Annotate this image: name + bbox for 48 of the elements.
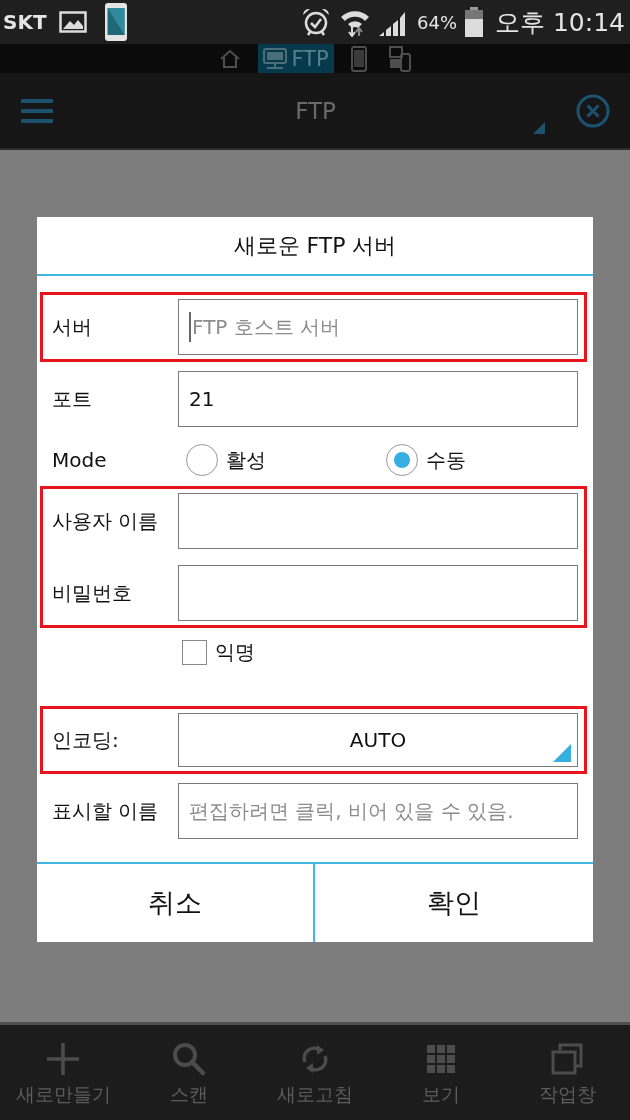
overlapping-squares-icon xyxy=(551,1042,583,1075)
field-label: 표시할 이름 xyxy=(51,797,160,825)
plus-icon xyxy=(47,1042,79,1075)
radio-label: 수동 xyxy=(426,446,466,474)
carrier-name: SKT xyxy=(3,10,47,34)
field-label: 비밀번호 xyxy=(51,579,133,607)
battery-icon xyxy=(465,7,483,37)
refresh-button[interactable]: 새로고침 xyxy=(252,1025,378,1120)
dialog-title: 새로운 FTP 서버 xyxy=(37,217,593,276)
monitor-icon xyxy=(263,47,288,70)
alarm-clock-icon xyxy=(301,7,331,37)
grid-icon xyxy=(427,1044,455,1073)
search-icon xyxy=(172,1041,206,1076)
checkbox-label: 익명 xyxy=(215,639,255,666)
checkbox[interactable] xyxy=(182,640,207,665)
new-button[interactable]: 새로만들기 xyxy=(0,1025,126,1120)
corner-triangle-icon xyxy=(533,122,545,134)
ftp-tab[interactable]: FTP xyxy=(258,44,334,73)
input-field[interactable]: 편집하려면 클릭, 비어 있을 수 있음. xyxy=(178,783,578,839)
field-label: 서버 xyxy=(51,313,93,341)
clock-time: 오후 10:14 xyxy=(495,6,625,39)
encoding-dropdown[interactable]: AUTO xyxy=(178,713,578,767)
menu-icon[interactable] xyxy=(21,97,53,124)
input-field[interactable]: FTP 호스트 서버 xyxy=(178,299,578,355)
scan-button[interactable]: 스캔 xyxy=(126,1025,252,1120)
field-label: 사용자 이름 xyxy=(51,507,160,535)
image-icon xyxy=(58,10,87,34)
radio-button[interactable] xyxy=(386,444,418,476)
input-field[interactable]: 21 xyxy=(178,371,578,427)
home-icon xyxy=(219,48,242,69)
input-field[interactable] xyxy=(178,565,578,621)
toolbar-title: FTP xyxy=(295,97,336,124)
input-field[interactable] xyxy=(178,493,578,549)
phone-icon xyxy=(350,45,367,72)
refresh-icon xyxy=(300,1042,330,1075)
devices-icon xyxy=(388,45,411,72)
radio-button[interactable] xyxy=(186,444,218,476)
view-button[interactable]: 보기 xyxy=(378,1025,504,1120)
windows-button[interactable]: 작업창 xyxy=(504,1025,630,1120)
corner-triangle-icon xyxy=(553,744,571,762)
field-label: Mode xyxy=(51,448,108,472)
phone-icon xyxy=(104,3,127,41)
field-label: 인코딩: xyxy=(51,726,120,754)
field-label: 포트 xyxy=(51,385,93,413)
radio-label: 활성 xyxy=(226,446,266,474)
close-icon[interactable] xyxy=(576,93,610,128)
battery-percent: 64% xyxy=(417,11,457,33)
text-cursor-icon xyxy=(189,312,191,342)
